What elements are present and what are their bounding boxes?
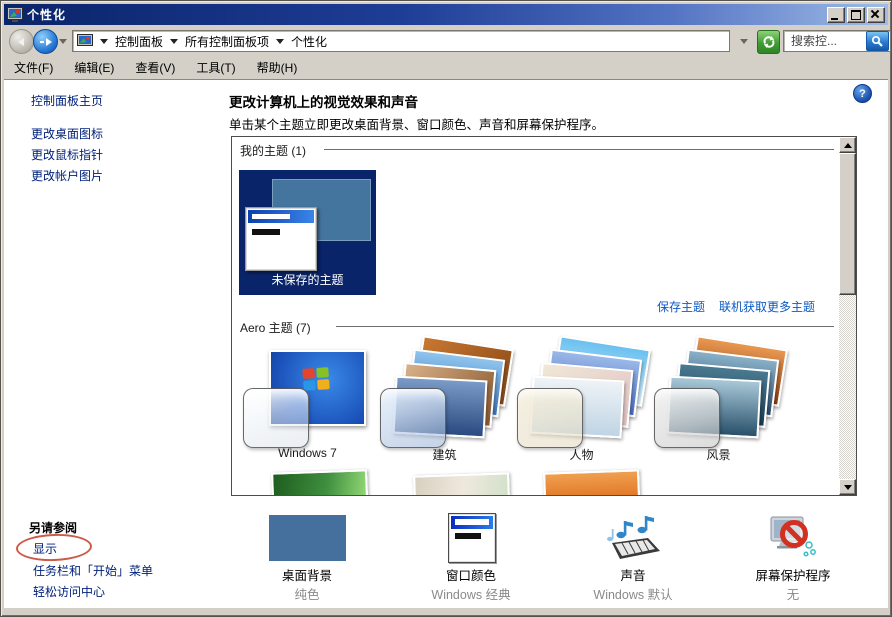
scroll-up-button[interactable] [839, 137, 856, 153]
partial-theme-thumb[interactable] [543, 469, 641, 496]
refresh-button[interactable] [757, 30, 780, 54]
forward-arrow-icon [40, 41, 44, 43]
aero-theme-characters[interactable]: 人物 [513, 342, 650, 464]
aero-theme-label: 人物 [513, 446, 650, 463]
desktop-background-thumbnail[interactable] [269, 515, 346, 561]
partial-theme-thumb[interactable] [413, 472, 511, 496]
partial-theme-thumb[interactable] [271, 469, 369, 496]
menu-help[interactable]: 帮助(H) [257, 59, 298, 76]
menu-file[interactable]: 文件(F) [14, 59, 53, 76]
aero-themes-divider [336, 326, 834, 327]
forward-button[interactable] [33, 29, 58, 54]
aero-theme-label: Windows 7 [239, 446, 376, 460]
theme-preview-title-stripe [252, 214, 290, 219]
screensaver-value: 无 [728, 584, 858, 603]
scroll-down-button[interactable] [839, 479, 856, 495]
recent-pages-dropdown-icon[interactable] [59, 39, 67, 44]
sidebar-item-change-desktop-icons[interactable]: 更改桌面图标 [31, 125, 103, 142]
get-more-themes-online-link[interactable]: 联机获取更多主题 [719, 298, 815, 315]
my-themes-header: 我的主题 (1) [240, 142, 306, 159]
scroll-up-icon [844, 143, 852, 148]
theme-preview-window [245, 207, 317, 271]
sidebar-item-change-mouse-pointers[interactable]: 更改鼠标指针 [31, 146, 103, 163]
screensaver-prohibited-icon [767, 511, 819, 563]
aero-theme-architecture[interactable]: 建筑 [376, 342, 513, 464]
breadcrumb-personalization[interactable]: 个性化 [291, 33, 327, 50]
back-arrow-icon [18, 38, 24, 46]
window-color-text-stripe [455, 533, 481, 539]
close-button[interactable] [867, 7, 885, 23]
address-bar: 控制面板 所有控制面板项 个性化 [4, 26, 888, 56]
maximize-icon [851, 10, 861, 20]
screensaver-thumbnail[interactable] [767, 511, 819, 566]
page-subtitle: 单击某个主题立即更改桌面背景、窗口颜色、声音和屏幕保护程序。 [229, 114, 604, 133]
save-theme-link[interactable]: 保存主题 [657, 298, 705, 315]
breadcrumb-bar[interactable]: 控制面板 所有控制面板项 个性化 [72, 30, 730, 52]
sounds-keyboard-notes-icon [602, 513, 664, 561]
desktop-background-value: 纯色 [242, 584, 372, 603]
window-controls [827, 7, 885, 23]
minimize-button[interactable] [827, 7, 845, 23]
menu-bar: 文件(F) 编辑(E) 查看(V) 工具(T) 帮助(H) [4, 56, 888, 80]
window-color-titlebar [451, 516, 493, 529]
search-input[interactable] [784, 34, 866, 48]
breadcrumb-all-items[interactable]: 所有控制面板项 [185, 33, 269, 50]
aero-theme-label: 风景 [650, 446, 787, 463]
breadcrumb-control-panel[interactable]: 控制面板 [115, 33, 163, 50]
search-box [783, 30, 891, 52]
glass-selector-icon [654, 388, 720, 448]
personalization-app-icon [7, 7, 23, 23]
theme-preview-text-stripe [252, 229, 280, 235]
see-also-taskbar-startmenu-link[interactable]: 任务栏和「开始」菜单 [33, 562, 153, 579]
breadcrumb-separator-icon[interactable] [276, 39, 284, 44]
my-themes-divider [324, 149, 834, 150]
windows-flag-icon [302, 367, 329, 391]
back-button[interactable] [9, 29, 34, 54]
window-color-value: Windows 经典 [406, 584, 536, 603]
glass-selector-icon [243, 388, 309, 448]
glass-selector-icon [517, 388, 583, 448]
vertical-scrollbar[interactable] [839, 137, 856, 495]
window-title: 个性化 [27, 6, 66, 23]
menu-view[interactable]: 查看(V) [135, 59, 175, 76]
breadcrumb-separator-icon[interactable] [170, 39, 178, 44]
aero-theme-windows7[interactable]: Windows 7 [239, 342, 376, 464]
window-color-thumbnail[interactable] [448, 513, 496, 563]
theme-preview-window-titlebar [248, 210, 314, 223]
window-color-label[interactable]: 窗口颜色 [406, 565, 536, 584]
themes-panel: 我的主题 (1) 未保存的主题 保存主题 联机获取更多主题 Aero 主题 (7… [231, 136, 857, 496]
window-color-title-stripe [455, 519, 489, 525]
theme-tile-label: 未保存的主题 [239, 271, 376, 288]
aero-themes-header: Aero 主题 (7) [240, 319, 311, 336]
scroll-down-icon [844, 485, 852, 490]
minimize-icon [831, 18, 838, 20]
sounds-value: Windows 默认 [568, 584, 698, 603]
search-button[interactable] [866, 31, 889, 51]
sounds-thumbnail[interactable] [602, 513, 664, 564]
help-icon[interactable]: ? [853, 84, 872, 103]
sidebar-item-control-panel-home[interactable]: 控制面板主页 [31, 92, 103, 109]
title-bar: 个性化 [4, 4, 888, 25]
scrollbar-thumb[interactable] [839, 153, 856, 295]
see-also-ease-of-access-link[interactable]: 轻松访问中心 [33, 583, 105, 600]
forward-arrow-head [46, 38, 52, 46]
address-dropdown-icon[interactable] [740, 39, 748, 44]
location-monitor-icon [77, 34, 93, 48]
maximize-button[interactable] [847, 7, 865, 23]
page-title: 更改计算机上的视觉效果和声音 [229, 91, 418, 111]
breadcrumb-dropdown-icon[interactable] [100, 39, 108, 44]
magnifier-icon [871, 35, 884, 48]
desktop-background-label[interactable]: 桌面背景 [242, 565, 372, 584]
aero-theme-label: 建筑 [376, 446, 513, 463]
sidebar-item-change-account-picture[interactable]: 更改帐户图片 [31, 167, 103, 184]
theme-tile-unsaved[interactable]: 未保存的主题 [239, 170, 376, 295]
screensaver-label[interactable]: 屏幕保护程序 [728, 565, 858, 584]
menu-edit[interactable]: 编辑(E) [74, 59, 114, 76]
menu-tools[interactable]: 工具(T) [196, 59, 235, 76]
refresh-icon [762, 35, 776, 49]
sounds-label[interactable]: 声音 [568, 565, 698, 584]
aero-theme-landscapes[interactable]: 风景 [650, 342, 787, 464]
personalization-window: 个性化 控制面板 所有控制面板项 个性化 [0, 0, 892, 617]
glass-selector-icon [380, 388, 446, 448]
